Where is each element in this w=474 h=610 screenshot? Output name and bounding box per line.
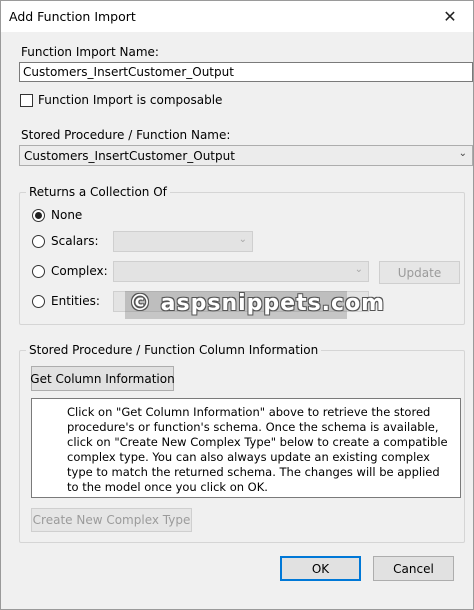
- returns-collection-caption: Returns a Collection Of: [26, 185, 170, 199]
- ok-button[interactable]: OK: [280, 556, 361, 581]
- chevron-down-icon: ⌄: [354, 264, 363, 275]
- radio-scalars[interactable]: [32, 235, 45, 248]
- update-button[interactable]: Update: [379, 261, 460, 284]
- dialog-title: Add Function Import: [9, 9, 136, 24]
- title-bar: Add Function Import ✕: [1, 1, 473, 32]
- close-icon[interactable]: ✕: [427, 1, 473, 32]
- get-column-information-button[interactable]: Get Column Information: [30, 366, 175, 391]
- scalars-dropdown[interactable]: ⌄: [113, 231, 253, 252]
- watermark: © aspsnippets.com: [129, 291, 386, 316]
- radio-complex-label: Complex:: [51, 264, 108, 278]
- composable-label: Function Import is composable: [38, 93, 223, 107]
- column-info-caption: Stored Procedure / Function Column Infor…: [26, 343, 322, 357]
- stored-procedure-dropdown[interactable]: Customers_InsertCustomer_Output ⌄: [19, 145, 473, 166]
- chevron-down-icon: ⌄: [238, 234, 247, 245]
- cancel-button[interactable]: Cancel: [373, 556, 454, 581]
- radio-none-label: None: [51, 208, 83, 222]
- complex-dropdown[interactable]: ⌄: [113, 261, 369, 282]
- column-info-text: Click on "Get Column Information" above …: [31, 398, 461, 498]
- chevron-down-icon: ⌄: [458, 148, 467, 159]
- radio-scalars-label: Scalars:: [51, 234, 99, 248]
- stored-procedure-value: Customers_InsertCustomer_Output: [24, 149, 235, 163]
- radio-entities[interactable]: [32, 295, 45, 308]
- radio-none[interactable]: [32, 209, 45, 222]
- stored-procedure-label: Stored Procedure / Function Name:: [21, 128, 231, 142]
- composable-checkbox[interactable]: [20, 94, 33, 107]
- create-new-complex-type-button[interactable]: Create New Complex Type: [31, 508, 192, 532]
- function-import-name-input[interactable]: Customers_InsertCustomer_Output: [19, 62, 473, 82]
- function-import-name-label: Function Import Name:: [21, 45, 159, 59]
- radio-entities-label: Entities:: [51, 294, 100, 308]
- radio-complex[interactable]: [32, 265, 45, 278]
- add-function-import-dialog: Add Function Import ✕ Function Import Na…: [0, 0, 474, 610]
